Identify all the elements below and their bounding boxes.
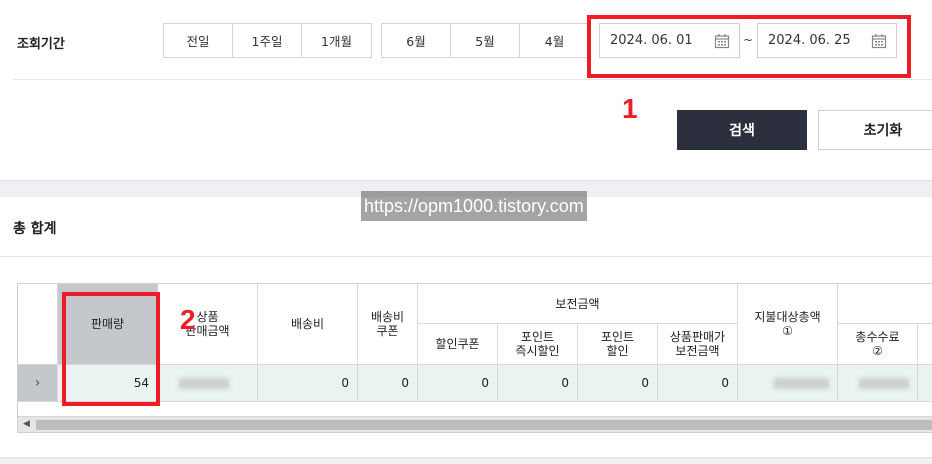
divider xyxy=(13,79,932,80)
bottom-separator xyxy=(0,457,932,464)
annotation-2: 2 xyxy=(180,304,196,335)
header-discount-coupon[interactable]: 할인쿠폰 xyxy=(418,324,498,365)
cell-total-fee-redacted xyxy=(838,365,918,402)
header-total-fee[interactable]: 총수수료 ② xyxy=(838,324,918,365)
month-june-button[interactable]: 6월 xyxy=(382,24,451,57)
cell-shipping-coupon: 0 xyxy=(358,365,418,402)
range-1week-button[interactable]: 1주일 xyxy=(233,24,302,57)
cell-product-sales-redacted xyxy=(158,365,258,402)
range-yesterday-button[interactable]: 전일 xyxy=(164,24,233,57)
header-payout-total[interactable]: 지불대상총액 ① xyxy=(738,284,838,365)
sales-qty-highlight xyxy=(62,292,160,406)
cell-point-discount: 0 xyxy=(578,365,658,402)
date-range-highlight xyxy=(587,15,911,78)
horizontal-scrollbar[interactable]: ◀ xyxy=(18,416,932,432)
cell-payout-total-redacted xyxy=(738,365,838,402)
row-selector-header xyxy=(18,284,58,365)
scrollbar-thumb[interactable] xyxy=(36,420,932,430)
divider xyxy=(0,256,932,257)
watermark: https://opm1000.tistory.com xyxy=(361,191,587,221)
cell-discount-coupon: 0 xyxy=(418,365,498,402)
month-may-button[interactable]: 5월 xyxy=(451,24,520,57)
reset-button[interactable]: 초기화 xyxy=(818,110,932,150)
header-cut-off xyxy=(918,324,932,365)
quick-range-group: 전일 1주일 1개월 xyxy=(163,23,372,58)
month-april-button[interactable]: 4월 xyxy=(520,24,589,57)
header-point-instant[interactable]: 포인트 즉시할인 xyxy=(498,324,578,365)
header-point-discount[interactable]: 포인트 할인 xyxy=(578,324,658,365)
cell-product-comp: 0 xyxy=(658,365,738,402)
header-shipping[interactable]: 배송비 xyxy=(258,284,358,365)
cell-cut-off xyxy=(918,365,932,402)
header-fee-group xyxy=(838,284,932,324)
header-product-sales[interactable]: 상품 판매금액 xyxy=(158,284,258,365)
row-expand-icon[interactable]: › xyxy=(18,365,58,402)
period-label: 조회기간 xyxy=(17,37,65,52)
range-1month-button[interactable]: 1개월 xyxy=(302,24,371,57)
month-range-group: 6월 5월 4월 xyxy=(381,23,590,58)
header-product-comp[interactable]: 상품판매가 보전금액 xyxy=(658,324,738,365)
section-title: 총 합계 xyxy=(13,221,57,237)
search-button[interactable]: 검색 xyxy=(677,110,807,150)
cell-shipping: 0 xyxy=(258,365,358,402)
scroll-left-icon[interactable]: ◀ xyxy=(23,419,30,429)
header-shipping-coupon[interactable]: 배송비 쿠폰 xyxy=(358,284,418,365)
cell-point-instant: 0 xyxy=(498,365,578,402)
annotation-1: 1 xyxy=(622,93,638,124)
header-compensation-group: 보전금액 xyxy=(418,284,738,324)
